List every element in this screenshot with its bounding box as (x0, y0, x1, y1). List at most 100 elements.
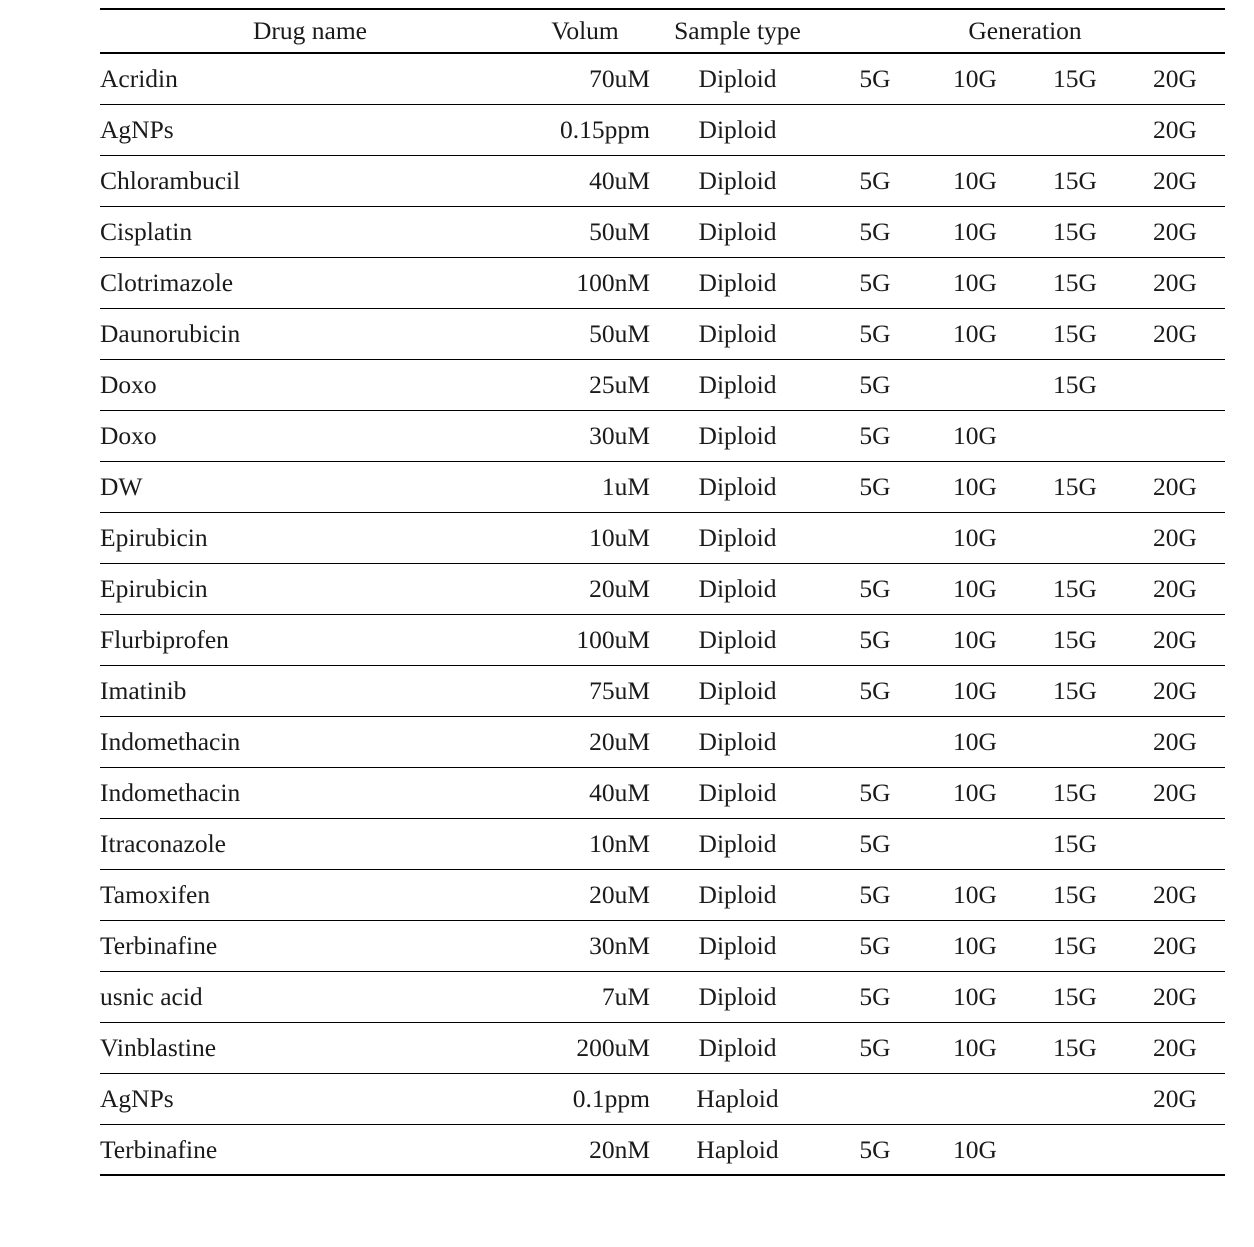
table-row: Clotrimazole 100nM Diploid 5G 10G 15G 20G (100, 257, 1226, 309)
cell-generation-10g (925, 359, 1025, 411)
cell-drug-name: Doxo (100, 359, 520, 411)
column-header-generation: Generation (825, 8, 1226, 54)
cell-volum: 20uM (520, 869, 650, 921)
cell-generation-10g: 10G (925, 257, 1025, 309)
cell-generation-10g (925, 104, 1025, 156)
cell-generation-5g: 5G (825, 461, 925, 513)
cell-generation-5g: 5G (825, 206, 925, 258)
table-header-row: Drug name Volum Sample type Generation (100, 8, 1226, 54)
cell-generation-10g: 10G (925, 716, 1025, 768)
table-row: Itraconazole 10nM Diploid 5G 15G (100, 818, 1226, 870)
cell-drug-name: Imatinib (100, 665, 520, 717)
cell-generation-10g: 10G (925, 410, 1025, 462)
cell-volum: 20uM (520, 563, 650, 615)
table-row: usnic acid 7uM Diploid 5G 10G 15G 20G (100, 971, 1226, 1023)
cell-generation-20g: 20G (1125, 665, 1226, 717)
cell-sample-type: Diploid (650, 1022, 825, 1074)
cell-generation-15g: 15G (1025, 359, 1125, 411)
table-row: Cisplatin 50uM Diploid 5G 10G 15G 20G (100, 206, 1226, 258)
cell-volum: 30uM (520, 410, 650, 462)
cell-generation-20g (1125, 818, 1226, 870)
cell-generation-10g: 10G (925, 308, 1025, 360)
cell-drug-name: Terbinafine (100, 920, 520, 972)
cell-volum: 0.15ppm (520, 104, 650, 156)
cell-drug-name: Chlorambucil (100, 155, 520, 207)
cell-generation-15g: 15G (1025, 563, 1125, 615)
table-row: Terbinafine 20nM Haploid 5G 10G (100, 1124, 1226, 1176)
cell-sample-type: Diploid (650, 614, 825, 666)
cell-generation-15g: 15G (1025, 767, 1125, 819)
cell-generation-20g: 20G (1125, 155, 1226, 207)
cell-generation-15g: 15G (1025, 818, 1125, 870)
cell-drug-name: Cisplatin (100, 206, 520, 258)
cell-generation-5g (825, 1073, 925, 1125)
table-body: Acridin 70uM Diploid 5G 10G 15G 20G AgNPs 0.15pp… (100, 53, 1226, 1176)
cell-volum: 50uM (520, 308, 650, 360)
cell-generation-15g: 15G (1025, 53, 1125, 105)
drug-generation-table: Drug name Volum Sample type Generation A… (100, 8, 1226, 1176)
table-row: Imatinib 75uM Diploid 5G 10G 15G 20G (100, 665, 1226, 717)
table-row: Doxo 25uM Diploid 5G 15G (100, 359, 1226, 411)
cell-generation-20g: 20G (1125, 920, 1226, 972)
cell-drug-name: AgNPs (100, 1073, 520, 1125)
cell-generation-15g: 15G (1025, 461, 1125, 513)
cell-generation-10g: 10G (925, 563, 1025, 615)
cell-drug-name: Acridin (100, 53, 520, 105)
cell-drug-name: Vinblastine (100, 1022, 520, 1074)
cell-generation-10g (925, 818, 1025, 870)
table-row: Chlorambucil 40uM Diploid 5G 10G 15G 20G (100, 155, 1226, 207)
cell-sample-type: Diploid (650, 206, 825, 258)
cell-generation-20g: 20G (1125, 614, 1226, 666)
cell-generation-20g: 20G (1125, 767, 1226, 819)
cell-generation-15g (1025, 716, 1125, 768)
cell-generation-10g: 10G (925, 971, 1025, 1023)
cell-generation-5g: 5G (825, 767, 925, 819)
cell-volum: 25uM (520, 359, 650, 411)
cell-drug-name: DW (100, 461, 520, 513)
cell-generation-5g: 5G (825, 818, 925, 870)
cell-generation-15g: 15G (1025, 869, 1125, 921)
table-row: Flurbiprofen 100uM Diploid 5G 10G 15G 20G (100, 614, 1226, 666)
cell-sample-type: Diploid (650, 818, 825, 870)
cell-generation-15g (1025, 1073, 1125, 1125)
column-header-sample-type: Sample type (650, 8, 825, 54)
table-row: Indomethacin 40uM Diploid 5G 10G 15G 20G (100, 767, 1226, 819)
cell-sample-type: Diploid (650, 512, 825, 564)
table-row: Daunorubicin 50uM Diploid 5G 10G 15G 20G (100, 308, 1226, 360)
cell-drug-name: Epirubicin (100, 563, 520, 615)
cell-generation-20g: 20G (1125, 257, 1226, 309)
cell-generation-20g (1125, 410, 1226, 462)
cell-volum: 75uM (520, 665, 650, 717)
cell-sample-type: Diploid (650, 257, 825, 309)
cell-generation-15g: 15G (1025, 257, 1125, 309)
cell-sample-type: Diploid (650, 104, 825, 156)
cell-generation-5g: 5G (825, 614, 925, 666)
cell-generation-15g: 15G (1025, 1022, 1125, 1074)
cell-generation-5g: 5G (825, 920, 925, 972)
table-row: Tamoxifen 20uM Diploid 5G 10G 15G 20G (100, 869, 1226, 921)
cell-volum: 10uM (520, 512, 650, 564)
cell-generation-5g: 5G (825, 308, 925, 360)
cell-drug-name: Itraconazole (100, 818, 520, 870)
cell-sample-type: Diploid (650, 971, 825, 1023)
cell-volum: 20nM (520, 1124, 650, 1176)
cell-generation-15g (1025, 410, 1125, 462)
cell-sample-type: Diploid (650, 716, 825, 768)
cell-drug-name: Epirubicin (100, 512, 520, 564)
cell-volum: 20uM (520, 716, 650, 768)
cell-sample-type: Diploid (650, 461, 825, 513)
cell-sample-type: Diploid (650, 308, 825, 360)
cell-drug-name: Clotrimazole (100, 257, 520, 309)
cell-generation-15g: 15G (1025, 920, 1125, 972)
table-header: Drug name Volum Sample type Generation (100, 8, 1226, 54)
cell-volum: 40uM (520, 767, 650, 819)
cell-drug-name: AgNPs (100, 104, 520, 156)
cell-volum: 200uM (520, 1022, 650, 1074)
cell-generation-10g: 10G (925, 614, 1025, 666)
cell-volum: 100nM (520, 257, 650, 309)
table-row: Vinblastine 200uM Diploid 5G 10G 15G 20G (100, 1022, 1226, 1074)
cell-generation-10g: 10G (925, 665, 1025, 717)
table-row: DW 1uM Diploid 5G 10G 15G 20G (100, 461, 1226, 513)
cell-volum: 30nM (520, 920, 650, 972)
cell-generation-5g: 5G (825, 1022, 925, 1074)
